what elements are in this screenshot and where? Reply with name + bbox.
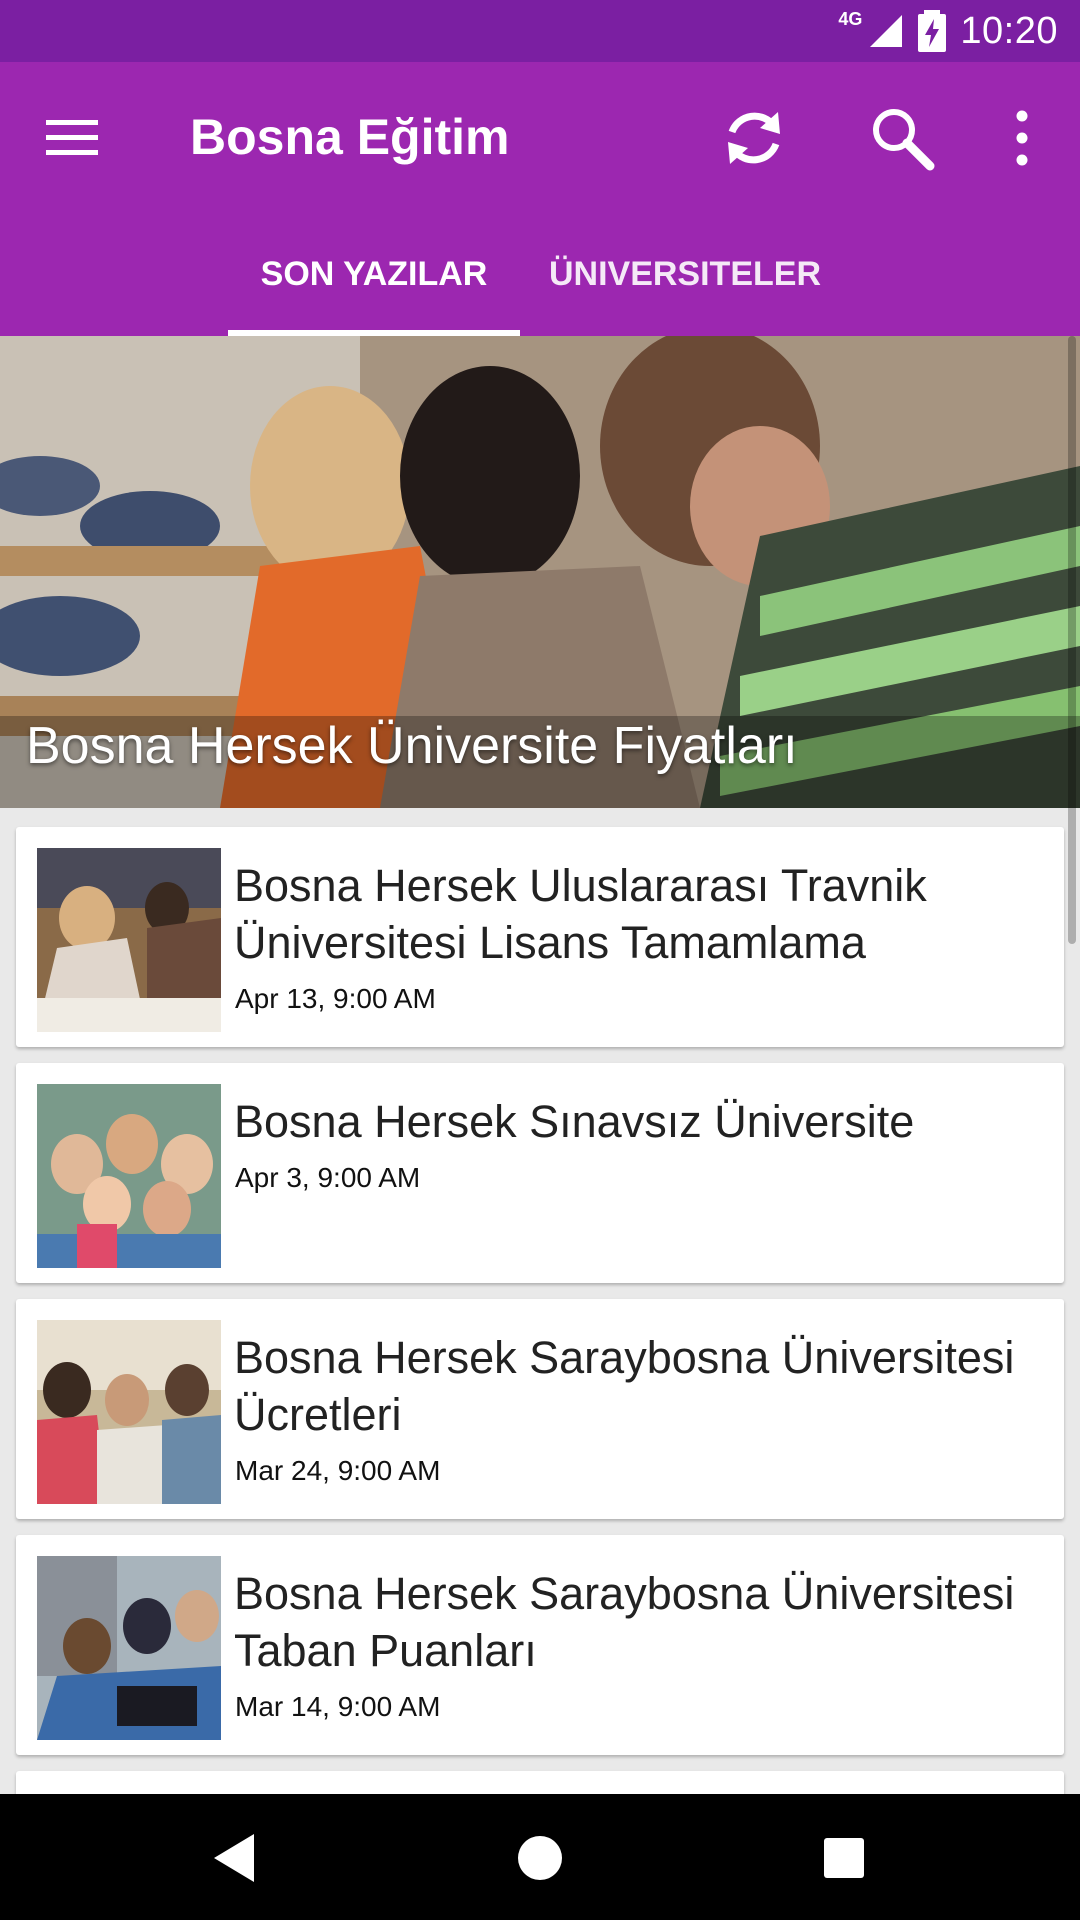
more-vert-icon[interactable] (1000, 106, 1044, 170)
post-card[interactable]: Bosna Hersek Sınavsız Üniversite Apr 3, … (16, 1063, 1064, 1283)
post-card[interactable]: Bosna Hersek Uluslararası Travnik Üniver… (16, 827, 1064, 1047)
scrollbar[interactable] (1068, 336, 1076, 944)
post-date: Mar 24, 9:00 AM (235, 1455, 441, 1486)
post-thumbnail (37, 848, 221, 1032)
tab-son-yazilar[interactable]: SON YAZILAR (228, 212, 520, 336)
post-date: Apr 3, 9:00 AM (235, 1162, 421, 1193)
post-date: Apr 13, 9:00 AM (235, 983, 436, 1014)
post-card[interactable] (16, 1771, 1064, 1794)
post-title: Bosna Hersek Saraybosna Üniversitesi Ücr… (234, 1332, 1015, 1440)
status-bar: 4G 10:20 (0, 0, 1080, 62)
home-icon[interactable] (510, 1828, 570, 1888)
search-icon[interactable] (868, 104, 936, 172)
post-list: Bosna Hersek Uluslararası Travnik Üniver… (0, 808, 1080, 1794)
post-title: Bosna Hersek Saraybosna Üniversitesi Tab… (234, 1568, 1015, 1676)
app-bar: Bosna Eğitim SON YAZILAR ÜNIVERSITELER (0, 62, 1080, 336)
post-card[interactable]: Bosna Hersek Saraybosna Üniversitesi Ücr… (16, 1299, 1064, 1519)
post-title: Bosna Hersek Sınavsız Üniversite (234, 1096, 915, 1147)
tab-universiteler[interactable]: ÜNIVERSITELER (534, 212, 836, 336)
menu-icon[interactable] (46, 118, 98, 158)
refresh-icon[interactable] (720, 104, 788, 172)
post-date: Mar 14, 9:00 AM (235, 1691, 441, 1722)
tab-bar: SON YAZILAR ÜNIVERSITELER (0, 212, 1080, 336)
app-title: Bosna Eğitim (190, 109, 510, 165)
battery-charging-icon (918, 10, 947, 52)
signal-icon (870, 15, 903, 47)
system-nav-bar (0, 1794, 1080, 1920)
toolbar: Bosna Eğitim (0, 62, 1080, 212)
featured-post-title: Bosna Hersek Üniversite Fiyatları (26, 717, 798, 775)
post-card[interactable]: Bosna Hersek Saraybosna Üniversitesi Tab… (16, 1535, 1064, 1755)
featured-post[interactable]: Bosna Hersek Üniversite Fiyatları (0, 336, 1080, 808)
post-thumbnail (37, 1320, 221, 1504)
clock: 10:20 (960, 9, 1058, 52)
post-thumbnail (37, 1556, 221, 1740)
network-type: 4G (838, 8, 863, 29)
post-title: Bosna Hersek Uluslararası Travnik Üniver… (234, 860, 927, 968)
back-icon[interactable] (206, 1828, 266, 1888)
post-thumbnail (37, 1084, 221, 1268)
recents-icon[interactable] (814, 1828, 874, 1888)
